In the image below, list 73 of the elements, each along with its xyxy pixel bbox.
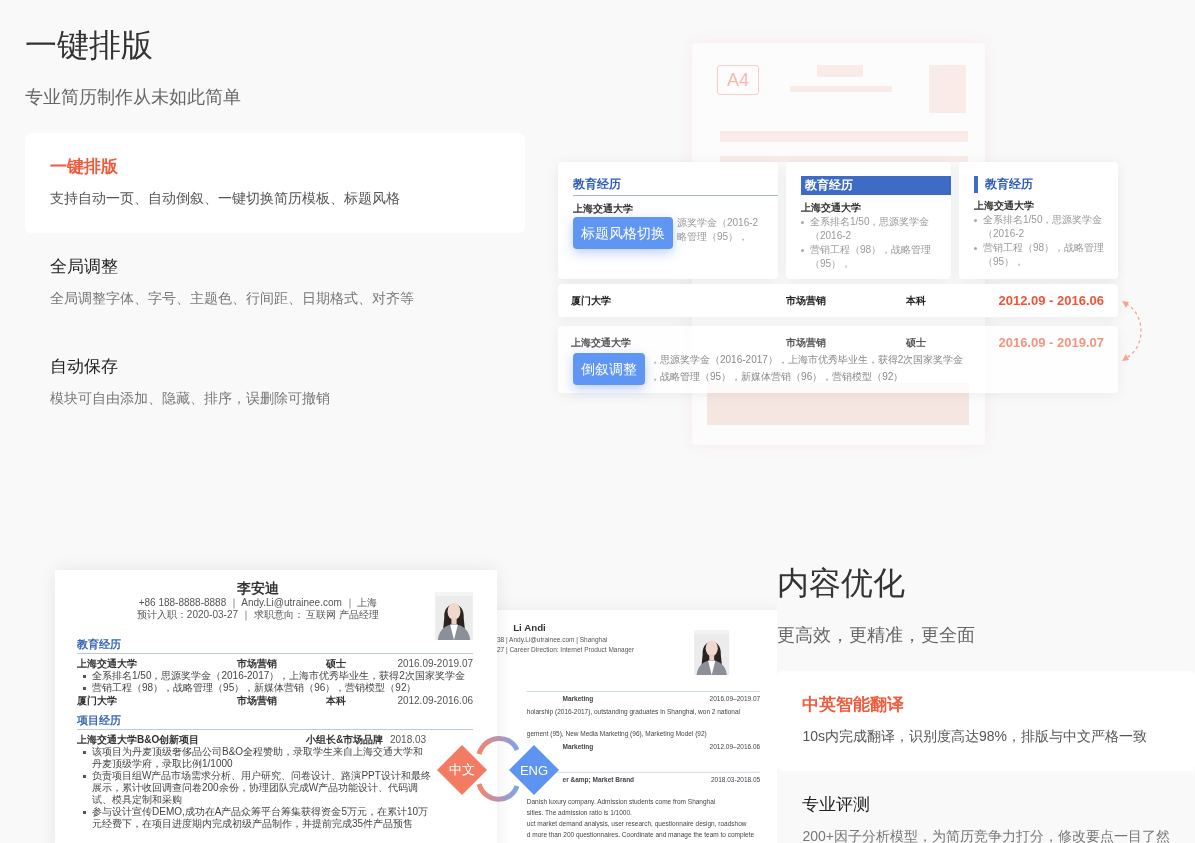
feature-title: 中英智能翻译 — [802, 694, 905, 716]
date-range: 2016.09 - 2019.07 — [998, 335, 1104, 351]
feature-title[interactable]: 全局调整 — [50, 255, 118, 279]
section-heading: 项目经历 — [77, 713, 473, 730]
bullet-text: 该项目为丹麦顶级奢侈品公司B&O全程赞助，录取学生来自上海交通大学和丹麦顶级学府，录取比例1/1000 — [92, 746, 425, 770]
date-range: 2016.09-2019.07 — [397, 657, 473, 670]
bullet-text: 营销工程（98），战略管理（95），新媒体营销（96），营销模型（92） — [92, 682, 417, 694]
bullet-text: 源奖学金（2016-2 — [677, 216, 759, 230]
feature-tag: 标题风格切换 — [573, 217, 673, 249]
bullet-text: 营销工程（98），战略管理（95）， — [810, 243, 933, 271]
feature-card[interactable]: 一键排版 支持自动一页、自动倒叙、一键切换简历模板、标题风格 — [25, 133, 525, 233]
feature-description: 支持自动一页、自动倒叙、一键切换简历模板、标题风格 — [50, 189, 401, 208]
entry-field: 小组长&市场品牌 — [306, 733, 390, 746]
person-name: Li Andi — [513, 621, 546, 635]
bullet-icon — [83, 775, 86, 778]
contact-info: 预计入职：2020-03-27 ｜ 求职意向： 互联网 产品经理 — [136, 609, 380, 621]
date-range: 2018.03 — [390, 733, 428, 746]
feature-title: 一键排版 — [50, 156, 118, 178]
degree: 硕士 — [906, 336, 927, 350]
feature-title[interactable]: 专业评测 — [802, 793, 871, 817]
entry-field: 上海交通大学B&O创新项目 — [77, 733, 306, 746]
bullet-icon — [83, 675, 86, 678]
bullet-text: 全系排名1/50，思源奖学金（2016-2017），上海市优秀毕业生，获得2次国家奖学金 — [92, 670, 465, 682]
bullet-icon — [801, 249, 804, 252]
contact-info: +86 188-8888-8888 ｜ Andy.Li@utrainee.com ｜ 上海 — [138, 597, 378, 609]
entry-field: 厦门大学 — [77, 694, 237, 707]
section-title: 一键排版 — [25, 26, 154, 65]
degree: 本科 — [906, 294, 927, 308]
entry-field: 市场营销 — [237, 694, 326, 707]
person-name: 李安迪 — [237, 580, 279, 597]
major-name: 市场营销 — [786, 294, 827, 308]
section-title: 内容优化 — [777, 564, 907, 603]
bullet-text: 负责项目组W产品市场需求分析、用户研究、问卷设计、路演PPT设计和最终展示，累计收回调查问卷200余份，协理团队完成W产品功能设计、代码调试、模具定制和采购 — [92, 770, 432, 806]
reorder-arrow-icon — [1120, 298, 1144, 364]
date-range: 2012.09-2016.06 — [397, 694, 473, 707]
bullet-text: 略管理（95）， — [677, 230, 749, 244]
section-subtitle: 专业简历制作从未如此简单 — [25, 86, 242, 108]
major-name: 市场营销 — [786, 336, 827, 350]
school-name: 上海交通大学 — [801, 201, 861, 215]
feature-description: 全局调整字体、字号、主题色、行间距、日期格式、对齐等 — [50, 289, 415, 308]
bullet-icon — [974, 219, 977, 222]
entry-field: 硕士 — [326, 657, 398, 670]
bullet-text: 参与设计宣传DEMO,成功在A产品众筹平台筹集获得资金5万元，在累计10万元经费下，在项目进度期内完成初级产品制作，并提前完成35件产品预售 — [92, 806, 430, 830]
section-heading: 教育经历 — [573, 176, 778, 196]
bullet-icon — [801, 221, 804, 224]
entry-field: 市场营销 — [237, 657, 326, 670]
school-name: 上海交通大学 — [571, 336, 632, 350]
bullet-text: 全系排名1/50，思源奖学金（2016-2 — [810, 215, 931, 243]
school-name: 上海交通大学 — [573, 202, 633, 216]
school-name: 厦门大学 — [571, 294, 612, 308]
feature-title[interactable]: 自动保存 — [50, 355, 118, 379]
bullet-text: ，战略管理（95），新媒体营销（96），营销模型（92） — [650, 370, 904, 384]
feature-tag: 倒叙调整 — [573, 353, 645, 385]
section-heading: 教育经历 — [77, 637, 473, 654]
entry-field: 上海交通大学 — [77, 657, 237, 670]
feature-card[interactable]: 中英智能翻译 10s内完成翻译，识别度高达98%，排版与中文严格一致 — [777, 671, 1195, 771]
bullet-text: 营销工程（98），战略管理（95）， — [983, 241, 1106, 269]
school-name: 上海交通大学 — [974, 199, 1034, 213]
bullet-icon — [83, 811, 86, 814]
bullet-icon — [83, 751, 86, 754]
bullet-icon — [974, 247, 977, 250]
section-heading: 教育经历 — [801, 176, 951, 195]
bullet-text: ，思源奖学金（2016-2017），上海市优秀毕业生，获得2次国家奖学金 — [650, 353, 964, 367]
feature-description: 200+因子分析模型，为简历竞争力打分，修改要点一目了然 — [802, 827, 1170, 843]
a4-label: A4 — [717, 65, 759, 95]
entry-field: 本科 — [326, 694, 398, 707]
feature-description: 10s内完成翻译，识别度高达98%，排版与中文严格一致 — [802, 727, 1149, 746]
bullet-text: 全系排名1/50，思源奖学金（2016-2 — [983, 213, 1104, 241]
section-heading: 教育经历 — [974, 176, 1106, 193]
section-subtitle: 更高效，更精准，更全面 — [777, 624, 977, 646]
bullet-icon — [83, 687, 86, 690]
date-range: 2012.09 - 2016.06 — [998, 293, 1104, 309]
feature-description: 模块可自由添加、隐藏、排序，误删除可撤销 — [50, 389, 331, 408]
